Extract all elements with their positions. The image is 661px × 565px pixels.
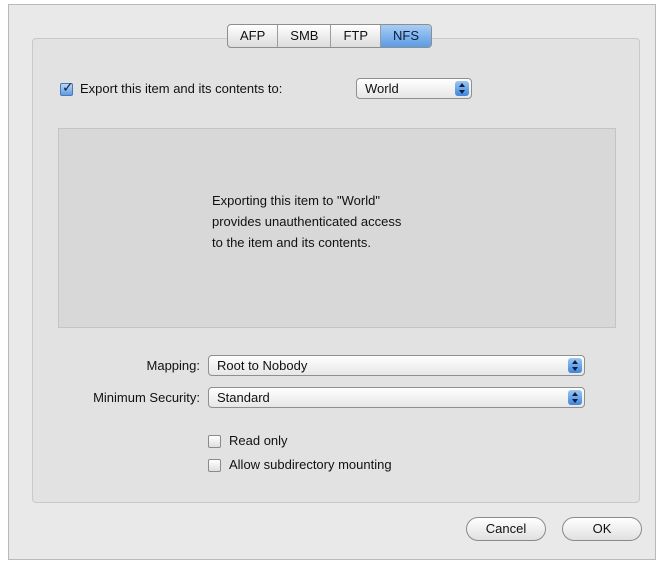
min-security-popup[interactable]: Standard [208,387,585,408]
min-security-label: Minimum Security: [93,390,200,405]
info-line: to the item and its contents. [212,235,371,250]
tab-smb[interactable]: SMB [278,25,332,47]
tab-afp[interactable]: AFP [228,25,279,47]
info-line: provides unauthenticated access [212,214,402,229]
mapping-popup[interactable]: Root to Nobody [208,355,585,376]
export-checkbox[interactable]: ✓ [60,80,74,96]
tab-ftp[interactable]: FTP [331,25,382,47]
protocol-tabs: AFP SMB FTP NFS [227,24,433,48]
export-label: Export this item and its contents to: [80,81,283,96]
ok-button[interactable]: OK [562,517,642,541]
min-security-value: Standard [217,390,270,405]
cancel-button[interactable]: Cancel [466,517,546,541]
checkmark-icon: ✓ [62,80,74,96]
subdir-mount-checkbox[interactable] [208,459,221,472]
read-only-checkbox[interactable] [208,435,221,448]
popup-arrows-icon [568,358,582,373]
read-only-label: Read only [229,433,288,448]
mapping-label: Mapping: [146,358,200,373]
popup-arrows-icon [568,390,582,405]
mapping-value: Root to Nobody [217,358,308,373]
popup-arrows-icon [455,81,469,96]
subdir-mount-label: Allow subdirectory mounting [229,457,392,472]
export-target-popup[interactable]: World [356,78,472,99]
export-target-value: World [365,81,399,96]
tab-nfs[interactable]: NFS [381,25,432,47]
info-line: Exporting this item to "World" [212,193,380,208]
info-panel: Exporting this item to "World" provides … [58,128,616,328]
